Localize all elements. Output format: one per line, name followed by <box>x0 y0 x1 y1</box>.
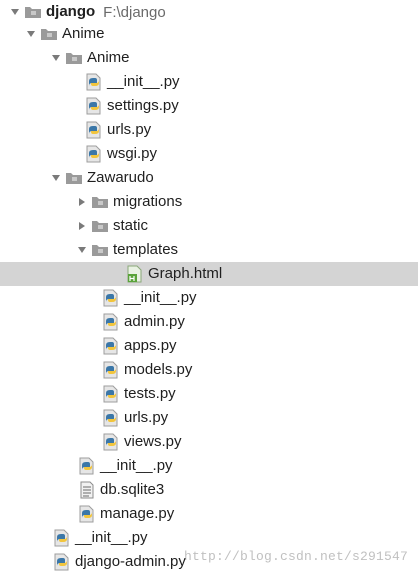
tree-item-static[interactable]: static <box>0 214 418 238</box>
tree-item-file[interactable]: admin.py <box>0 310 418 334</box>
tree-item-label: Graph.html <box>148 265 223 282</box>
html-file-icon <box>126 265 144 283</box>
tree-item-file[interactable]: manage.py <box>0 502 418 526</box>
tree-item-label: Zawarudo <box>87 169 154 186</box>
tree-item-label: Anime <box>87 49 130 66</box>
tree-item-label: settings.py <box>107 97 179 114</box>
tree-item-file[interactable]: views.py <box>0 430 418 454</box>
chevron-down-icon[interactable] <box>47 46 65 70</box>
python-file-icon <box>78 457 96 475</box>
python-file-icon <box>78 505 96 523</box>
tree-item-label: Anime <box>62 25 105 42</box>
chevron-down-icon[interactable] <box>73 238 91 262</box>
python-file-icon <box>53 553 71 571</box>
tree-item-zawarudo[interactable]: Zawarudo <box>0 166 418 190</box>
folder-icon <box>91 193 109 211</box>
folder-icon <box>91 241 109 259</box>
chevron-right-icon[interactable] <box>73 190 91 214</box>
tree-item-file[interactable]: urls.py <box>0 406 418 430</box>
python-file-icon <box>102 337 120 355</box>
tree-item-label: urls.py <box>124 409 169 426</box>
python-file-icon <box>85 97 103 115</box>
folder-icon <box>65 49 83 67</box>
tree-item-templates[interactable]: templates <box>0 238 418 262</box>
tree-item-label: apps.py <box>124 337 177 354</box>
tree-item-file[interactable]: __init__.py <box>0 286 418 310</box>
python-file-icon <box>102 385 120 403</box>
text-file-icon <box>78 481 96 499</box>
folder-icon <box>40 25 58 43</box>
python-file-icon <box>85 121 103 139</box>
tree-item-label: admin.py <box>124 313 185 330</box>
tree-item-django[interactable]: django F:\django <box>0 0 418 24</box>
tree-item-label: django-admin.py <box>75 553 186 570</box>
tree-item-label: models.py <box>124 361 193 378</box>
tree-item-label: manage.py <box>100 505 175 522</box>
python-file-icon <box>102 433 120 451</box>
tree-item-label: django <box>46 3 96 20</box>
tree-item-graph-html[interactable]: Graph.html <box>0 262 418 286</box>
tree-item-label: __init__.py <box>75 529 148 546</box>
tree-item-file[interactable]: apps.py <box>0 334 418 358</box>
tree-item-label: wsgi.py <box>107 145 158 162</box>
chevron-down-icon[interactable] <box>47 166 65 190</box>
tree-item-file[interactable]: __init__.py <box>0 454 418 478</box>
tree-item-label: __init__.py <box>100 457 173 474</box>
tree-item-file[interactable]: tests.py <box>0 382 418 406</box>
tree-item-label: urls.py <box>107 121 152 138</box>
folder-icon <box>65 169 83 187</box>
tree-item-migrations[interactable]: migrations <box>0 190 418 214</box>
python-file-icon <box>102 313 120 331</box>
project-path: F:\django <box>103 3 166 21</box>
tree-item-label: __init__.py <box>107 73 180 90</box>
tree-item-file[interactable]: settings.py <box>0 94 418 118</box>
chevron-down-icon[interactable] <box>6 0 24 24</box>
tree-item-file[interactable]: db.sqlite3 <box>0 478 418 502</box>
tree-item-label: templates <box>113 241 179 258</box>
python-file-icon <box>102 361 120 379</box>
python-file-icon <box>102 409 120 427</box>
project-tree: django F:\django Anime Anime __init__.py <box>0 0 418 576</box>
chevron-right-icon[interactable] <box>73 214 91 238</box>
python-file-icon <box>53 529 71 547</box>
tree-item-file[interactable]: wsgi.py <box>0 142 418 166</box>
folder-icon <box>24 3 42 21</box>
python-file-icon <box>102 289 120 307</box>
tree-item-file[interactable]: models.py <box>0 358 418 382</box>
python-file-icon <box>85 73 103 91</box>
tree-item-anime-app[interactable]: Anime <box>0 46 418 70</box>
python-file-icon <box>85 145 103 163</box>
tree-item-label: tests.py <box>124 385 176 402</box>
tree-item-file[interactable]: urls.py <box>0 118 418 142</box>
tree-item-label: static <box>113 217 149 234</box>
tree-item-file[interactable]: __init__.py <box>0 526 418 550</box>
chevron-down-icon[interactable] <box>22 22 40 46</box>
tree-item-file[interactable]: __init__.py <box>0 70 418 94</box>
tree-item-label: __init__.py <box>124 289 197 306</box>
tree-item-label: views.py <box>124 433 182 450</box>
tree-item-label: db.sqlite3 <box>100 481 165 498</box>
tree-item-file[interactable]: django-admin.py <box>0 550 418 574</box>
tree-item-anime-package[interactable]: Anime <box>0 22 418 46</box>
folder-icon <box>91 217 109 235</box>
tree-item-label: migrations <box>113 193 183 210</box>
